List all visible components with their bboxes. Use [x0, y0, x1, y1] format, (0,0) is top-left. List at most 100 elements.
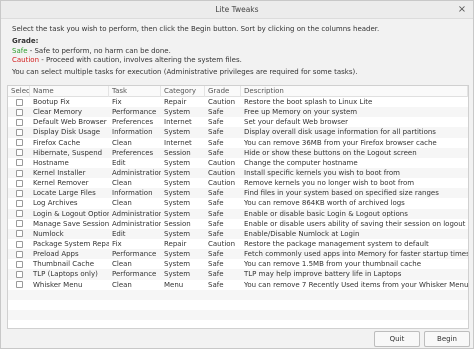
name-cell: Hibernate, Suspend — [33, 148, 103, 157]
table-row[interactable]: Bootup Fix Fix Repair Caution Restore the bo… — [8, 97, 468, 107]
grade-caution-word: Caution — [12, 56, 40, 64]
name-cell: Thumbnail Cache — [33, 260, 95, 269]
table-row[interactable]: Preload Apps Performance System Safe Fetch c… — [8, 249, 468, 260]
column-header-task[interactable]: Task — [109, 86, 161, 97]
name-cell: Login & Logout Options — [33, 209, 109, 218]
column-header-description[interactable]: Description — [241, 86, 468, 97]
column-header-category[interactable]: Category — [161, 86, 205, 97]
name-cell: Numlock — [33, 229, 64, 238]
table-row[interactable]: Display Disk Usage Information System Safe D… — [8, 127, 468, 138]
table-row[interactable]: Whisker Menu Clean Menu Safe You can remove … — [8, 280, 468, 290]
category-cell: System — [164, 128, 191, 137]
table-row[interactable]: TLP (Laptops only) Performance System Safe T… — [8, 269, 468, 280]
select-checkbox[interactable] — [16, 128, 23, 136]
select-checkbox[interactable] — [16, 220, 23, 228]
table-row[interactable] — [8, 309, 468, 321]
category-cell: Menu — [164, 280, 184, 289]
grade-caution-desc: - Proceed with caution, involves alterin… — [39, 56, 242, 64]
select-cell — [8, 149, 30, 157]
table-row[interactable] — [8, 289, 468, 300]
column-header-grade[interactable]: Grade — [205, 86, 241, 97]
select-cell — [8, 179, 30, 187]
select-checkbox[interactable] — [16, 270, 23, 278]
column-header-select[interactable]: Select — [8, 86, 30, 97]
table-row[interactable]: Thumbnail Cache Clean System Safe You can re… — [8, 259, 468, 269]
select-checkbox[interactable] — [16, 179, 23, 187]
lite-tweaks-window: Lite Tweaks × Select the task you wish t… — [0, 0, 474, 349]
grade-cell: Safe — [208, 219, 224, 228]
select-cell — [8, 159, 30, 167]
task-cell: Preferences — [112, 148, 154, 157]
select-checkbox[interactable] — [16, 98, 23, 106]
grade-cell: Caution — [208, 98, 236, 107]
description-cell: You can remove 864KB worth of archived l… — [244, 199, 405, 208]
select-cell — [8, 169, 30, 177]
task-cell: Administration — [112, 219, 161, 228]
quit-button[interactable]: Quit — [374, 331, 420, 347]
table-row[interactable]: Clear Memory Performance System Safe Free up… — [8, 107, 468, 118]
name-cell: Default Web Browser — [33, 118, 107, 127]
category-cell: System — [164, 108, 191, 117]
table-row[interactable]: Kernel Installer Administration System Caut… — [8, 167, 468, 179]
description-cell: You can remove 36MB from your Firefox br… — [244, 138, 437, 147]
table-row[interactable]: Numlock Edit System Safe Enable/Disable Numl… — [8, 228, 468, 239]
task-cell: Clean — [112, 260, 132, 269]
select-cell — [8, 250, 30, 258]
category-cell: System — [164, 229, 191, 238]
select-checkbox[interactable] — [16, 210, 23, 218]
tasks-table: Select Name Task Category Grade Descript… — [7, 85, 469, 329]
select-checkbox[interactable] — [16, 250, 23, 258]
description-cell: Free up Memory on your system — [244, 108, 358, 117]
table-row[interactable]: Hostname Edit System Caution Change the comp… — [8, 158, 468, 168]
select-checkbox[interactable] — [16, 199, 23, 207]
table-row[interactable]: Default Web Browser Preferences Internet Sa… — [8, 117, 468, 127]
grade-cell: Safe — [208, 280, 224, 289]
select-checkbox[interactable] — [16, 108, 23, 116]
close-icon[interactable]: × — [457, 5, 467, 15]
table-row[interactable]: Kernel Remover Clean System Caution Remove k… — [8, 178, 468, 188]
table-row[interactable]: Locate Large Files Information System Safe F… — [8, 188, 468, 199]
table-row[interactable] — [8, 300, 468, 310]
description-cell: Enable/Disable Numlock at Login — [244, 229, 360, 238]
select-checkbox[interactable] — [16, 230, 23, 238]
name-cell: Kernel Installer — [33, 169, 86, 178]
column-header-name[interactable]: Name — [30, 86, 109, 97]
select-checkbox[interactable] — [16, 149, 23, 157]
select-checkbox[interactable] — [16, 118, 23, 126]
select-checkbox[interactable] — [16, 159, 23, 167]
select-checkbox[interactable] — [16, 240, 23, 248]
select-checkbox[interactable] — [16, 281, 23, 289]
name-cell: Package System Repair — [33, 240, 109, 249]
table-row[interactable]: Hibernate, Suspend Preferences Session Safe… — [8, 147, 468, 158]
grade-caution-line: Caution - Proceed with caution, involves… — [12, 56, 242, 66]
begin-button[interactable]: Begin — [424, 331, 470, 347]
select-checkbox[interactable] — [16, 260, 23, 268]
select-checkbox[interactable] — [16, 169, 23, 177]
grade-cell: Safe — [208, 229, 224, 238]
table-row[interactable]: Manage Save Session Administration Session… — [8, 219, 468, 229]
title-bar: Lite Tweaks × — [1, 1, 473, 19]
grade-cell: Safe — [208, 108, 224, 117]
category-cell: System — [164, 260, 191, 269]
task-cell: Clean — [112, 138, 132, 147]
select-cell — [8, 281, 30, 289]
table-row[interactable]: Firefox Cache Clean Internet Safe You can re… — [8, 138, 468, 148]
description-cell: Enable or disable basic Login & Logout o… — [244, 209, 408, 218]
category-cell: System — [164, 209, 191, 218]
select-checkbox[interactable] — [16, 139, 23, 147]
category-cell: Internet — [164, 118, 192, 127]
category-cell: System — [164, 250, 191, 259]
task-cell: Information — [112, 128, 153, 137]
task-cell: Edit — [112, 229, 126, 238]
select-checkbox[interactable] — [16, 189, 23, 197]
table-row[interactable] — [8, 320, 468, 328]
table-row[interactable]: Log Archives Clean System Safe You can remov… — [8, 198, 468, 208]
grade-cell: Safe — [208, 138, 224, 147]
category-cell: System — [164, 199, 191, 208]
grade-cell: Safe — [208, 199, 224, 208]
grade-cell: Safe — [208, 250, 224, 259]
task-cell: Performance — [112, 108, 157, 117]
table-row[interactable]: Package System Repair Fix Repair Caution Res… — [8, 239, 468, 249]
table-row[interactable]: Login & Logout Options Administration Syst… — [8, 208, 468, 219]
grade-cell: Safe — [208, 148, 224, 157]
